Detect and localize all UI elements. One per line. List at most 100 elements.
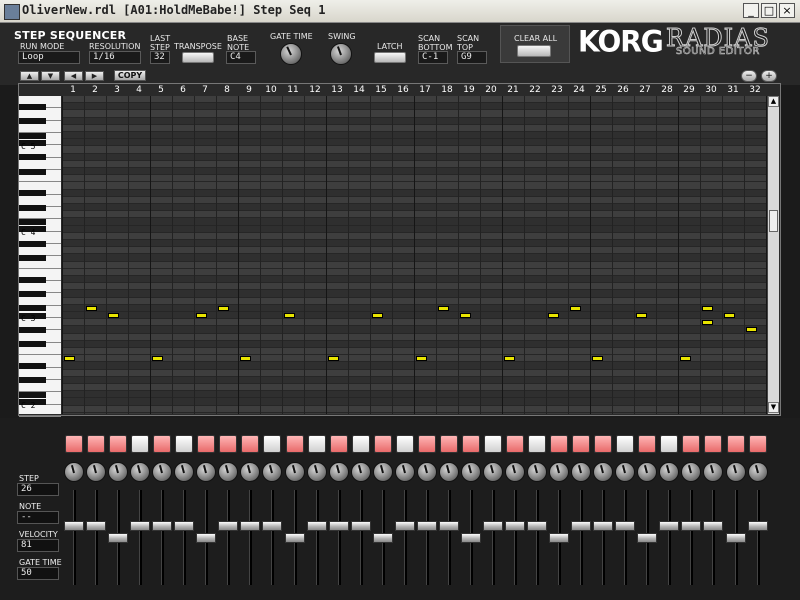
step-pad[interactable] xyxy=(594,435,613,453)
velocity-fader[interactable] xyxy=(438,520,459,531)
piano-black-key[interactable] xyxy=(19,204,46,211)
piano-black-key[interactable] xyxy=(19,305,46,312)
zoom-in-button[interactable]: + xyxy=(761,70,777,82)
scrollbar-down-arrow[interactable]: ▼ xyxy=(768,402,779,413)
step-knob[interactable] xyxy=(416,462,437,482)
note-cell[interactable] xyxy=(702,320,713,326)
note-cell[interactable] xyxy=(680,356,691,362)
step-knob[interactable] xyxy=(306,462,327,482)
note-cell[interactable] xyxy=(240,356,251,362)
step-pad[interactable] xyxy=(285,435,304,453)
velocity-fader[interactable] xyxy=(328,520,349,531)
step-pad[interactable] xyxy=(87,435,106,453)
step-pad[interactable] xyxy=(748,435,767,453)
step-pad[interactable] xyxy=(307,435,326,453)
note-grid[interactable] xyxy=(62,96,767,414)
piano-black-key[interactable] xyxy=(19,362,46,370)
step-pad[interactable] xyxy=(175,435,194,453)
step-knob[interactable] xyxy=(350,462,371,482)
step-pad[interactable] xyxy=(682,435,701,453)
step-pad[interactable] xyxy=(351,435,370,453)
velocity-fader[interactable] xyxy=(593,520,614,531)
note-cell[interactable] xyxy=(152,356,163,362)
velocity-fader[interactable] xyxy=(240,520,261,531)
piano-black-key[interactable] xyxy=(19,377,46,384)
piano-black-key[interactable] xyxy=(19,341,46,348)
step-pad[interactable] xyxy=(395,435,414,453)
velocity-fader[interactable] xyxy=(350,520,371,531)
step-knob[interactable] xyxy=(284,462,305,482)
velocity-fader[interactable] xyxy=(394,520,415,531)
copy-button[interactable]: COPY xyxy=(114,70,146,81)
piano-black-key[interactable] xyxy=(19,103,46,110)
velocity-fader[interactable] xyxy=(615,520,636,531)
piano-black-key[interactable] xyxy=(19,240,46,247)
step-pad[interactable] xyxy=(572,435,591,453)
piano-black-key[interactable] xyxy=(19,276,46,283)
velocity-fader[interactable] xyxy=(108,532,129,543)
step-pad[interactable] xyxy=(417,435,436,453)
scrollbar-thumb[interactable] xyxy=(769,210,778,232)
step-knob[interactable] xyxy=(505,462,525,482)
note-cell[interactable] xyxy=(636,313,647,318)
step-pad[interactable] xyxy=(616,435,635,453)
note-cell[interactable] xyxy=(372,313,383,318)
step-pad[interactable] xyxy=(373,435,392,453)
step-knob[interactable] xyxy=(725,462,746,482)
velocity-fader[interactable] xyxy=(703,520,724,531)
piano-black-key[interactable] xyxy=(19,218,46,226)
velocity-fader[interactable] xyxy=(637,532,658,543)
step-pad[interactable] xyxy=(461,435,480,453)
note-cell[interactable] xyxy=(702,305,713,311)
step-knob[interactable] xyxy=(64,462,84,482)
velocity-fader[interactable] xyxy=(747,520,768,531)
swing-knob[interactable] xyxy=(330,43,352,65)
step-knob[interactable] xyxy=(527,462,548,482)
base-note-field[interactable]: C4 xyxy=(226,51,256,64)
step-pad[interactable] xyxy=(660,435,679,453)
velocity-fader[interactable] xyxy=(152,520,173,531)
velocity-fader[interactable] xyxy=(460,532,481,543)
step-knob[interactable] xyxy=(372,462,393,482)
scan-bottom-field[interactable]: C-1 xyxy=(418,51,448,64)
note-cell[interactable] xyxy=(196,313,207,318)
step-pad[interactable] xyxy=(219,435,238,453)
note-cell[interactable] xyxy=(460,313,471,318)
note-cell[interactable] xyxy=(592,356,603,362)
note-cell[interactable] xyxy=(64,356,75,362)
resolution-field[interactable]: 1/16 xyxy=(89,51,141,64)
piano-black-key[interactable] xyxy=(19,132,46,139)
piano-keyboard[interactable]: C 5 C 4 C 3 C 2 xyxy=(19,96,61,417)
velocity-fader[interactable] xyxy=(218,520,239,531)
scroll-up-button[interactable]: ▲ xyxy=(20,71,39,81)
scroll-right-button[interactable]: ▶ xyxy=(85,71,104,81)
velocity-fader[interactable] xyxy=(372,532,393,543)
gate-time-knob[interactable] xyxy=(280,43,302,65)
velocity-fader[interactable] xyxy=(130,520,151,531)
zoom-out-button[interactable]: − xyxy=(741,70,757,82)
step-pad[interactable] xyxy=(263,435,282,453)
step-pad[interactable] xyxy=(638,435,657,453)
grid-scrollbar[interactable]: ▲ ▼ xyxy=(767,96,779,414)
note-cell[interactable] xyxy=(438,305,449,311)
step-pad[interactable] xyxy=(131,435,150,453)
velocity-fader[interactable] xyxy=(659,520,680,531)
step-knob[interactable] xyxy=(549,462,570,482)
velocity-fader[interactable] xyxy=(416,520,437,531)
velocity-fader[interactable] xyxy=(86,520,107,531)
note-cell[interactable] xyxy=(570,305,581,311)
scan-top-field[interactable]: G9 xyxy=(457,51,487,64)
step-knob[interactable] xyxy=(130,462,151,482)
velocity-fader[interactable] xyxy=(505,520,525,531)
step-pad[interactable] xyxy=(241,435,260,453)
velocity-fader[interactable] xyxy=(196,532,217,543)
step-pad[interactable] xyxy=(528,435,547,453)
step-knob[interactable] xyxy=(394,462,415,482)
note-cell[interactable] xyxy=(86,305,97,311)
piano-black-key[interactable] xyxy=(19,254,46,262)
note-cell[interactable] xyxy=(548,313,559,318)
note-cell[interactable] xyxy=(504,356,515,362)
step-pad[interactable] xyxy=(109,435,128,453)
scrollbar-up-arrow[interactable]: ▲ xyxy=(768,96,779,107)
maximize-button[interactable]: □ xyxy=(761,3,777,18)
